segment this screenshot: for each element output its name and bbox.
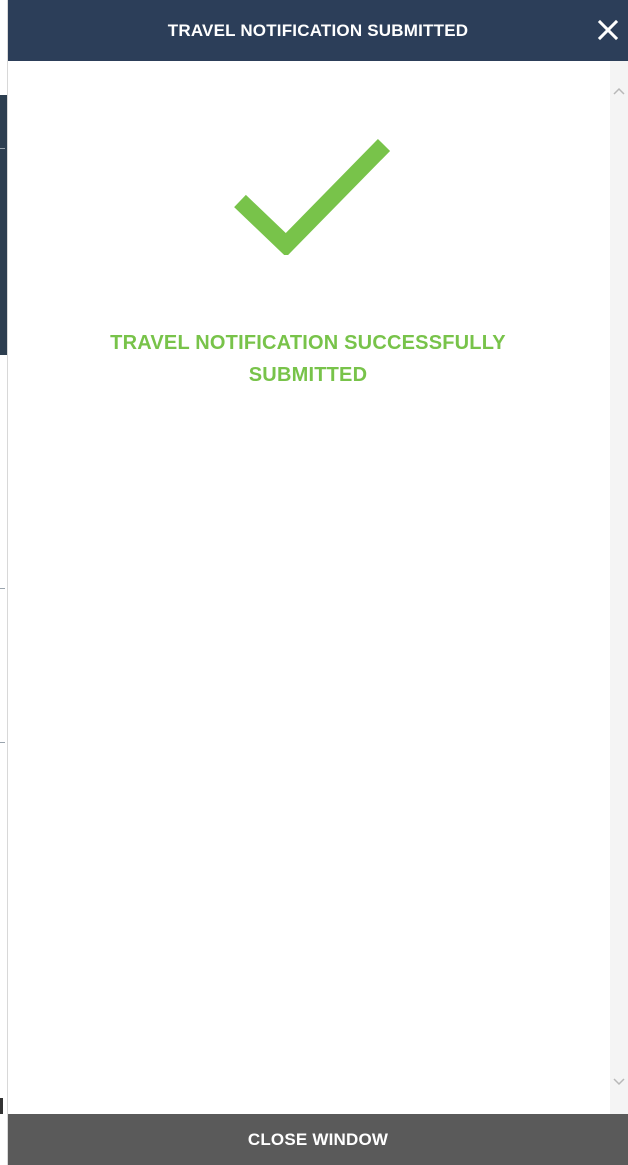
modal-header: TRAVEL NOTIFICATION SUBMITTED: [8, 0, 628, 61]
background-tick: [0, 588, 5, 589]
modal-title: TRAVEL NOTIFICATION SUBMITTED: [167, 20, 469, 40]
checkmark-icon: [234, 135, 394, 257]
background-page-edge: [0, 0, 8, 1165]
success-message: TRAVEL NOTIFICATION SUCCESSFULLY SUBMITT…: [110, 332, 506, 386]
chevron-down-icon[interactable]: [613, 1074, 625, 1086]
page: TRAVEL NOTIFICATION SUBMITTED TRAVEL NOT…: [0, 0, 628, 1165]
modal-body: TRAVEL NOTIFICATION SUCCESSFULLY SUBMITT…: [8, 61, 610, 1114]
close-icon[interactable]: [594, 16, 622, 44]
background-dark-band: [0, 95, 7, 355]
background-tick: [0, 742, 5, 743]
background-tick: [0, 148, 5, 149]
close-window-button[interactable]: CLOSE WINDOW: [8, 1114, 628, 1165]
close-window-label: CLOSE WINDOW: [247, 1129, 389, 1149]
chevron-up-icon[interactable]: [613, 83, 625, 95]
travel-notification-modal: TRAVEL NOTIFICATION SUBMITTED TRAVEL NOT…: [8, 0, 628, 1165]
background-mark: [0, 1098, 3, 1114]
scrollbar[interactable]: [610, 61, 628, 1114]
